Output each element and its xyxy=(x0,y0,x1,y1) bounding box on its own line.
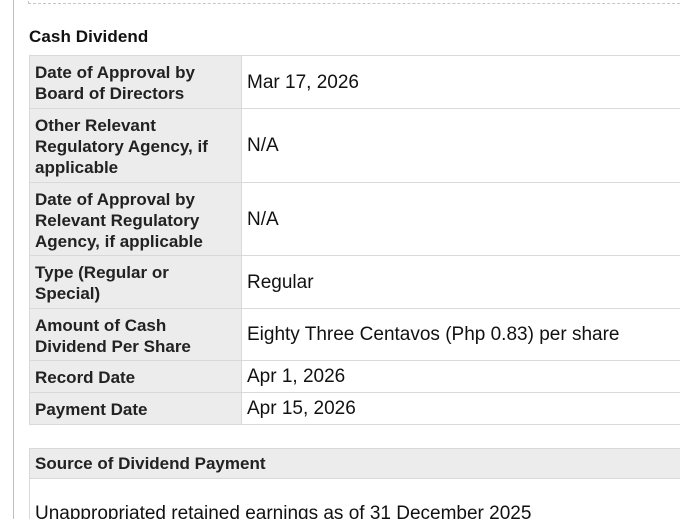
previous-section-box xyxy=(28,0,680,4)
row-label-amount-per-share: Amount of Cash Dividend Per Share xyxy=(29,308,242,361)
row-label-payment-date: Payment Date xyxy=(29,392,242,425)
row-value-approval-date: Mar 17, 2026 xyxy=(241,55,680,109)
section-title: Cash Dividend xyxy=(29,27,149,46)
table-row: Other Relevant Regulatory Agency, if app… xyxy=(29,108,680,183)
page: Cash Dividend Date of Approval by Board … xyxy=(0,0,680,519)
row-label-approval-date: Date of Approval by Board of Directors xyxy=(29,55,242,109)
row-value-regulatory-agency: N/A xyxy=(241,108,680,183)
table-row: Record Date Apr 1, 2026 xyxy=(29,360,680,393)
table-row: Date of Approval by Relevant Regulatory … xyxy=(29,182,680,256)
dividend-details-table: Date of Approval by Board of Directors M… xyxy=(29,55,680,425)
row-value-payment-date: Apr 15, 2026 xyxy=(241,392,680,425)
table-row: Date of Approval by Board of Directors M… xyxy=(29,55,680,109)
row-label-agency-approval-date: Date of Approval by Relevant Regulatory … xyxy=(29,182,242,256)
row-value-record-date: Apr 1, 2026 xyxy=(241,360,680,393)
source-of-dividend-text: Unappropriated retained earnings as of 3… xyxy=(29,479,680,519)
row-value-amount-per-share: Eighty Three Centavos (Php 0.83) per sha… xyxy=(241,308,680,361)
row-value-type: Regular xyxy=(241,255,680,309)
row-label-record-date: Record Date xyxy=(29,360,242,393)
table-row: Type (Regular or Special) Regular xyxy=(29,255,680,309)
left-border xyxy=(13,0,14,519)
table-row: Payment Date Apr 15, 2026 xyxy=(29,392,680,425)
row-value-agency-approval-date: N/A xyxy=(241,182,680,256)
source-of-dividend-header: Source of Dividend Payment xyxy=(29,448,680,479)
row-label-type: Type (Regular or Special) xyxy=(29,255,242,309)
row-label-regulatory-agency: Other Relevant Regulatory Agency, if app… xyxy=(29,108,242,183)
table-row: Amount of Cash Dividend Per Share Eighty… xyxy=(29,308,680,361)
